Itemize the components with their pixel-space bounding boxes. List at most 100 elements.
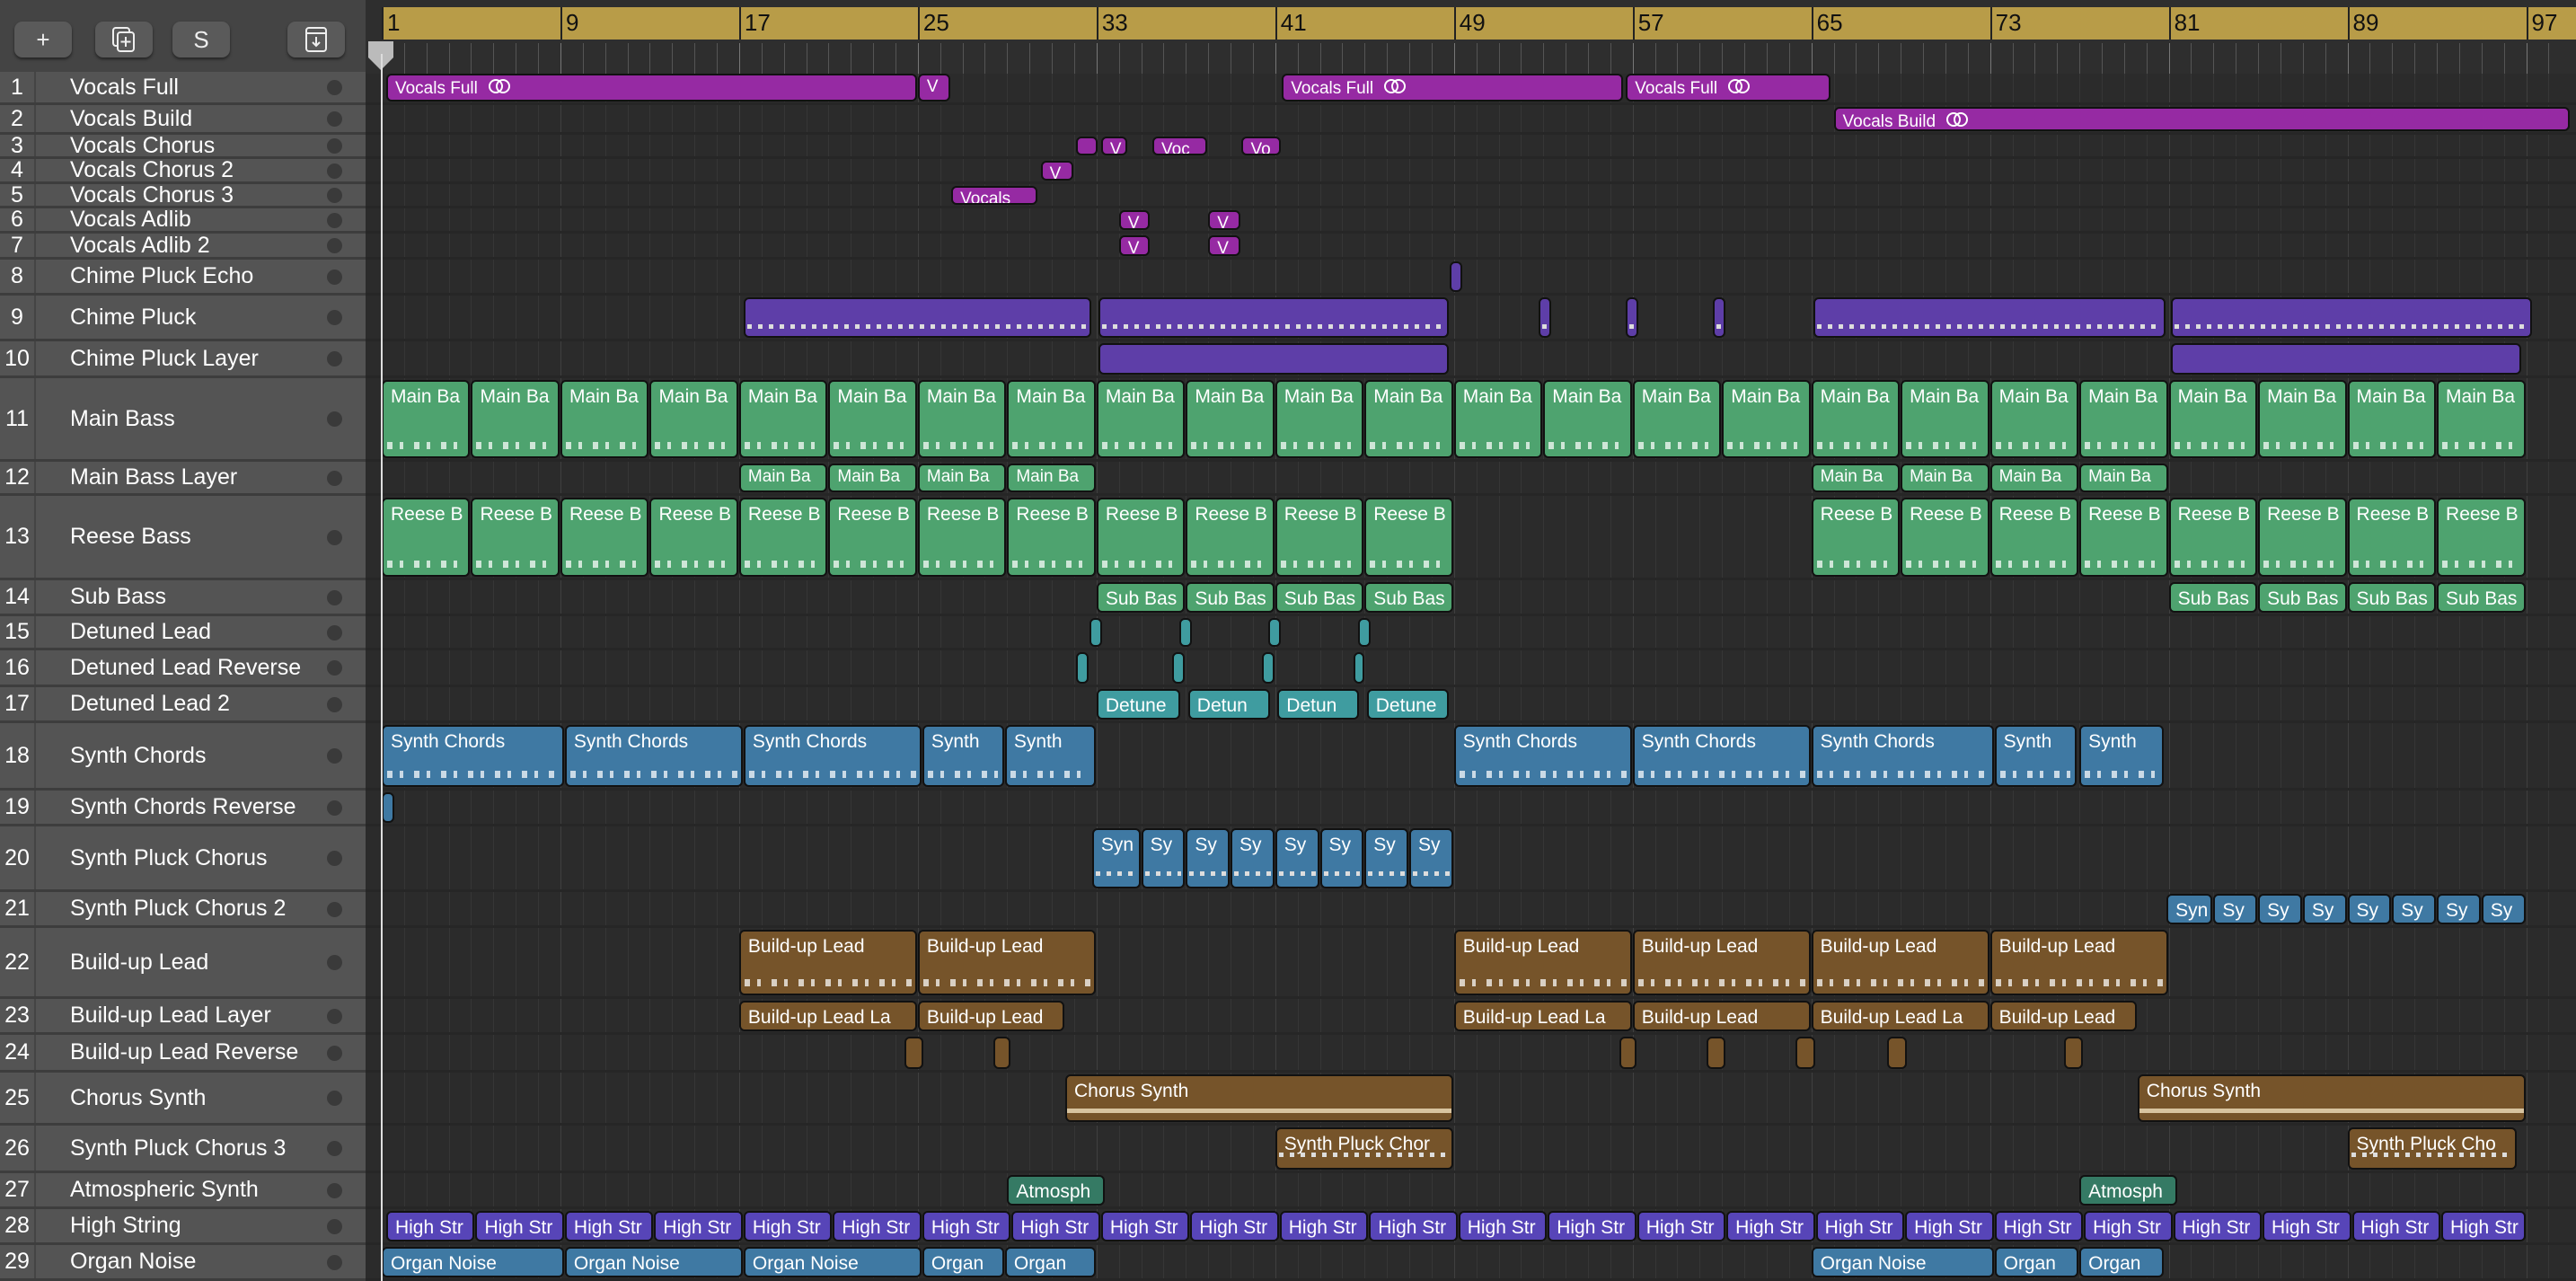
region[interactable]: Reese B: [2437, 498, 2526, 577]
track-header-vocals-chorus-2[interactable]: 4 Vocals Chorus 2: [0, 157, 366, 184]
region[interactable]: Reese B: [649, 498, 738, 577]
region[interactable]: V: [1118, 210, 1150, 230]
region[interactable]: High Str: [1011, 1211, 1100, 1241]
region[interactable]: Synth: [1994, 725, 2077, 787]
region[interactable]: Build-up Lead: [917, 930, 1096, 995]
track-status-dot-icon[interactable]: [327, 624, 342, 640]
track-status-dot-icon[interactable]: [327, 80, 342, 95]
track-status-dot-icon[interactable]: [327, 955, 342, 970]
region[interactable]: [1539, 297, 1552, 338]
region[interactable]: Main Ba: [2437, 380, 2526, 458]
region[interactable]: Reese B: [1186, 498, 1275, 577]
region[interactable]: Build-up Lead La: [1453, 1001, 1632, 1031]
region[interactable]: Main Ba: [560, 380, 649, 458]
region[interactable]: Synth: [2079, 725, 2164, 787]
region[interactable]: [2063, 1037, 2084, 1069]
region[interactable]: Vo: [1241, 137, 1282, 155]
region[interactable]: High Str: [833, 1211, 922, 1241]
region[interactable]: High Str: [385, 1211, 475, 1241]
track-header-high-string[interactable]: 28 High String: [0, 1209, 366, 1245]
region[interactable]: Sy: [1231, 828, 1275, 888]
region[interactable]: Main Ba: [1275, 380, 1364, 458]
track-header-synth-pluck-chorus-2[interactable]: 21 Synth Pluck Chorus 2: [0, 892, 366, 928]
region[interactable]: Main Ba: [738, 464, 828, 492]
region[interactable]: High Str: [1369, 1211, 1458, 1241]
region[interactable]: Reese B: [560, 498, 649, 577]
region[interactable]: [1626, 297, 1639, 338]
region[interactable]: [1172, 652, 1186, 684]
region[interactable]: Sy: [2213, 894, 2258, 924]
track-header-main-bass[interactable]: 11 Main Bass: [0, 378, 366, 462]
track-header-vocals-full[interactable]: 1 Vocals Full: [0, 72, 366, 105]
region[interactable]: Synth: [1004, 725, 1096, 787]
region[interactable]: High Str: [1100, 1211, 1190, 1241]
track-status-dot-icon[interactable]: [327, 1091, 342, 1106]
region[interactable]: Synth Chords: [1453, 725, 1632, 787]
region[interactable]: Organ Noise: [564, 1247, 743, 1277]
region[interactable]: Sub Bas: [1275, 582, 1364, 613]
region[interactable]: High Str: [1190, 1211, 1279, 1241]
region[interactable]: [1076, 137, 1098, 155]
region[interactable]: Sy: [1364, 828, 1408, 888]
track-header-detuned-lead-reverse[interactable]: 16 Detuned Lead Reverse: [0, 650, 366, 687]
region[interactable]: Main Ba: [917, 464, 1007, 492]
region[interactable]: [1795, 1037, 1815, 1069]
region[interactable]: High Str: [1726, 1211, 1815, 1241]
region[interactable]: Main Ba: [1096, 380, 1186, 458]
region[interactable]: [1357, 618, 1371, 647]
track-status-dot-icon[interactable]: [327, 851, 342, 866]
region[interactable]: Main Ba: [1989, 380, 2079, 458]
track-header-synth-chords-reverse[interactable]: 19 Synth Chords Reverse: [0, 791, 366, 826]
region[interactable]: [904, 1037, 924, 1069]
track-header-synth-pluck-chorus[interactable]: 20 Synth Pluck Chorus: [0, 826, 366, 892]
region[interactable]: Synth Chords: [743, 725, 922, 787]
region[interactable]: [1268, 618, 1282, 647]
region[interactable]: Build-up Lead: [1811, 930, 1989, 995]
download-button[interactable]: [287, 22, 345, 57]
region[interactable]: Main Ba: [1901, 464, 1989, 492]
track-header-reese-bass[interactable]: 13 Reese Bass: [0, 496, 366, 580]
solo-button[interactable]: S: [172, 22, 230, 57]
track-header-chime-pluck-layer[interactable]: 10 Chime Pluck Layer: [0, 341, 366, 378]
region[interactable]: Main Ba: [1811, 464, 1901, 492]
duplicate-track-button[interactable]: [95, 22, 153, 57]
track-header-chime-pluck[interactable]: 9 Chime Pluck: [0, 296, 366, 341]
track-status-dot-icon[interactable]: [327, 1218, 342, 1234]
region[interactable]: Sub Bas: [1096, 582, 1186, 613]
region[interactable]: Main Ba: [1722, 380, 1811, 458]
region[interactable]: Main Ba: [1453, 380, 1543, 458]
region[interactable]: Detune: [1096, 689, 1181, 720]
region[interactable]: Synth Chords: [382, 725, 564, 787]
track-header-organ-noise[interactable]: 29 Organ Noise: [0, 1245, 366, 1281]
track-status-dot-icon[interactable]: [327, 310, 342, 325]
region[interactable]: Sub Bas: [2168, 582, 2258, 613]
region[interactable]: High Str: [922, 1211, 1011, 1241]
region[interactable]: High Str: [1548, 1211, 1636, 1241]
track-status-dot-icon[interactable]: [327, 1182, 342, 1198]
region[interactable]: Main Ba: [1632, 380, 1722, 458]
region[interactable]: Main Ba: [1364, 380, 1453, 458]
region[interactable]: Main Ba: [2258, 380, 2347, 458]
track-status-dot-icon[interactable]: [327, 138, 342, 154]
region[interactable]: Detun: [1187, 689, 1270, 720]
region[interactable]: Reese B: [471, 498, 560, 577]
region[interactable]: High Str: [654, 1211, 743, 1241]
track-status-dot-icon[interactable]: [327, 696, 342, 712]
region[interactable]: Synth Chords: [1632, 725, 1811, 787]
region[interactable]: Build-up Lead La: [1811, 1001, 1989, 1031]
track-status-dot-icon[interactable]: [327, 1254, 342, 1270]
track-header-main-bass-layer[interactable]: 12 Main Bass Layer: [0, 462, 366, 496]
track-header-vocals-chorus[interactable]: 3 Vocals Chorus: [0, 133, 366, 159]
region[interactable]: [1076, 652, 1090, 684]
region[interactable]: Main Ba: [1543, 380, 1632, 458]
track-header-detuned-lead[interactable]: 15 Detuned Lead: [0, 616, 366, 650]
track-status-dot-icon[interactable]: [327, 212, 342, 228]
track-header-vocals-build[interactable]: 2 Vocals Build: [0, 105, 366, 135]
track-status-dot-icon[interactable]: [327, 529, 342, 545]
track-header-vocals-adlib[interactable]: 6 Vocals Adlib: [0, 207, 366, 234]
region[interactable]: Organ Noise: [743, 1247, 922, 1277]
track-header-vocals-chorus-3[interactable]: 5 Vocals Chorus 3: [0, 182, 366, 208]
region[interactable]: Sub Bas: [2437, 582, 2526, 613]
region[interactable]: Organ: [922, 1247, 1004, 1277]
region[interactable]: High Str: [475, 1211, 564, 1241]
